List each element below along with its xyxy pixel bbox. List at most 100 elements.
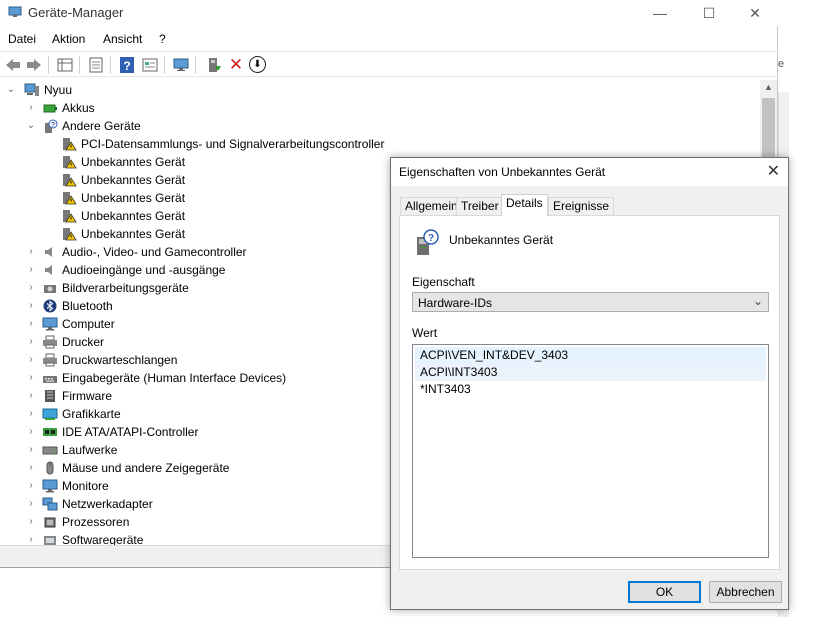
expand-chevron-icon[interactable]: › — [26, 261, 36, 279]
menu-bar: Datei Aktion Ansicht ? — [0, 28, 778, 50]
tree-item-label: Bildverarbeitungsgeräte — [62, 281, 189, 295]
tree-item-label: Firmware — [62, 389, 112, 403]
drive-icon — [42, 446, 58, 455]
network-icon — [42, 497, 58, 511]
ok-button[interactable]: OK — [628, 581, 701, 603]
tree-item-label: Audioeingänge und -ausgänge — [62, 263, 226, 277]
tab-allgemein[interactable]: Allgemein — [400, 197, 463, 215]
unknown-device-icon: ? — [417, 229, 439, 255]
expand-chevron-icon[interactable]: › — [26, 351, 36, 369]
unknown-device-icon: ? — [45, 119, 58, 133]
property-label: Eigenschaft — [412, 275, 475, 289]
document-icon[interactable] — [87, 56, 105, 74]
tree-item-label: IDE ATA/ATAPI-Controller — [62, 425, 199, 439]
toolbar-separator — [110, 56, 111, 74]
tree-item-label: Andere Geräte — [62, 119, 141, 133]
expand-chevron-icon[interactable]: › — [26, 297, 36, 315]
battery-icon — [43, 104, 57, 113]
view-icon[interactable] — [141, 56, 159, 74]
property-select-value: Hardware-IDs — [418, 296, 493, 310]
tree-item-label: Audio-, Video- und Gamecontroller — [62, 245, 247, 259]
expand-chevron-icon[interactable]: › — [26, 243, 36, 261]
expand-chevron-icon[interactable]: › — [26, 495, 36, 513]
scroll-up-icon[interactable]: ▲ — [764, 82, 773, 92]
tab-details[interactable]: Details — [501, 194, 548, 216]
warning-device-icon — [63, 156, 77, 169]
display-adapter-icon — [42, 408, 58, 420]
expand-chevron-icon[interactable]: › — [26, 513, 36, 531]
toolbar-separator — [79, 56, 80, 74]
collapse-chevron-icon[interactable]: ⌄ — [6, 81, 16, 99]
help-icon[interactable]: ? — [118, 56, 136, 74]
tree-item-label: Unbekanntes Gerät — [81, 155, 186, 169]
monitor-icon[interactable] — [172, 56, 190, 74]
warning-device-icon — [63, 174, 77, 187]
expand-chevron-icon[interactable]: › — [26, 477, 36, 495]
bluetooth-icon — [43, 299, 57, 313]
expand-chevron-icon[interactable]: › — [26, 441, 36, 459]
toolbar-separator — [195, 56, 196, 74]
forward-icon[interactable] — [25, 56, 43, 74]
menu-aktion[interactable]: Aktion — [52, 32, 85, 46]
menu-datei[interactable]: Datei — [8, 32, 36, 46]
expand-chevron-icon[interactable]: › — [26, 315, 36, 333]
printer-icon — [43, 353, 57, 367]
property-select[interactable]: Hardware-IDs ⌄ — [412, 292, 769, 312]
toolbar-separator — [48, 56, 49, 74]
tree-item-label: Eingabegeräte (Human Interface Devices) — [62, 371, 287, 385]
menu-help[interactable]: ? — [159, 32, 166, 46]
computer-icon — [42, 317, 58, 331]
properties-grid-icon[interactable] — [56, 56, 74, 74]
expand-chevron-icon[interactable]: › — [26, 423, 36, 441]
camera-icon — [44, 285, 56, 293]
back-icon[interactable] — [4, 56, 22, 74]
tree-item-label: Monitore — [62, 479, 109, 493]
expand-chevron-icon[interactable]: › — [26, 279, 36, 297]
printer-icon — [43, 335, 57, 349]
expand-chevron-icon[interactable]: › — [26, 531, 36, 545]
uninstall-icon[interactable]: ✕ — [227, 56, 245, 74]
value-item[interactable]: ACPI\VEN_INT&DEV_3403 — [415, 347, 766, 364]
menu-ansicht[interactable]: Ansicht — [103, 32, 142, 46]
tree-item-label: Mäuse und andere Zeigegeräte — [62, 461, 230, 475]
value-item[interactable]: ACPI\INT3403 — [415, 364, 766, 381]
value-list[interactable]: ACPI\VEN_INT&DEV_3403 ACPI\INT3403 *INT3… — [412, 344, 769, 558]
software-device-icon — [44, 536, 56, 545]
svg-text:?: ? — [51, 122, 55, 129]
tree-item-label: Bluetooth — [62, 299, 113, 313]
expand-chevron-icon[interactable]: › — [26, 333, 36, 351]
expand-chevron-icon[interactable]: › — [26, 369, 36, 387]
dialog-title: Eigenschaften von Unbekanntes Gerät — [399, 165, 606, 179]
update-driver-icon[interactable]: ⬇ — [249, 56, 266, 73]
device-name: Unbekanntes Gerät — [449, 233, 554, 247]
expand-chevron-icon[interactable]: › — [26, 405, 36, 423]
maximize-button[interactable]: ☐ — [686, 0, 732, 26]
warning-device-icon — [63, 210, 77, 223]
tree-item-label: Drucker — [62, 335, 105, 349]
tree-item-label: Laufwerke — [62, 443, 118, 457]
value-label: Wert — [412, 326, 438, 340]
toolbar-separator — [164, 56, 165, 74]
dialog-title-bar[interactable]: Eigenschaften von Unbekanntes Gerät ✕ — [391, 158, 788, 186]
expand-chevron-icon[interactable]: › — [26, 459, 36, 477]
value-item[interactable]: *INT3403 — [415, 381, 766, 398]
monitor-icon — [42, 479, 58, 493]
expand-chevron-icon[interactable]: › — [26, 387, 36, 405]
cancel-button[interactable]: Abbrechen — [709, 581, 782, 603]
tree-item-label: PCI-Datensammlungs- und Signalverarbeitu… — [81, 137, 385, 151]
tree-item-label: Prozessoren — [62, 515, 130, 529]
close-button[interactable]: ✕ — [732, 0, 778, 26]
collapse-chevron-icon[interactable]: ⌄ — [26, 117, 36, 135]
computer-icon — [24, 83, 39, 96]
speaker-icon — [45, 247, 52, 257]
window-title: Geräte-Manager — [28, 5, 124, 20]
minimize-button[interactable]: — — [637, 0, 683, 26]
tab-treiber[interactable]: Treiber — [456, 197, 504, 215]
tree-item-label: Unbekanntes Gerät — [81, 227, 186, 241]
title-bar[interactable]: Geräte-Manager — ☐ ✕ — [0, 0, 778, 26]
enable-device-icon[interactable] — [205, 56, 223, 74]
tab-ereignisse[interactable]: Ereignisse — [548, 197, 615, 215]
scrollbar-thumb[interactable] — [762, 98, 775, 158]
dialog-close-button[interactable]: ✕ — [767, 161, 780, 181]
expand-chevron-icon[interactable]: › — [26, 99, 36, 117]
